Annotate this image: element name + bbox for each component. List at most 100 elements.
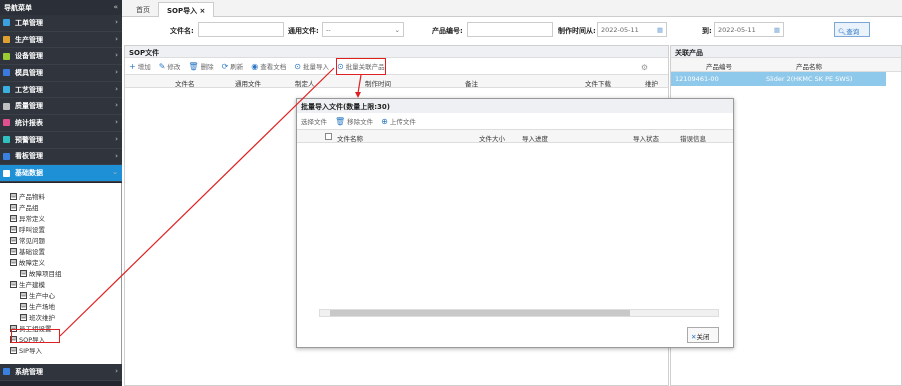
tab-home[interactable]: 首页 [128,2,158,17]
view-icon: ◉ [251,61,259,71]
menu-item[interactable]: 设备管理 › [0,48,122,66]
tree-node[interactable]: ▤ 班次维护 [20,312,55,322]
menu-item[interactable]: 模具管理 › [0,65,122,82]
common-file-select[interactable]: -- ⌄ [322,22,404,37]
select-all-checkbox[interactable] [325,133,332,140]
toolbar-button[interactable]: 🗑︎ 删除 [188,61,213,72]
menu-icon [3,136,10,144]
tree-node[interactable]: ▤ 异常定义 [10,213,45,223]
toolbar-label: 修改 [167,63,181,71]
col-error: 错误信息 [680,135,706,143]
menu-icon [3,86,10,94]
tree-node[interactable]: ▤ 产品物料 [10,191,45,201]
tree-label: 班次维护 [29,314,55,322]
tree-node[interactable]: ▤ 故障定义 [10,257,45,267]
sop-col-header: 维护 [645,80,658,88]
file-icon: ▤ [20,302,27,310]
toolbar-button[interactable]: ⊙ 批量导入 [294,61,329,72]
menu-label: 质量管理 [15,102,43,111]
common-file-label: 通用文件: [288,27,319,35]
tree-node[interactable]: ▤ 生产建模 [10,279,45,289]
chevron-down-icon: ⌄ [112,168,118,177]
tree-node[interactable]: ▤ 生产场地 [20,301,55,311]
sop-col-header: 通用文件 [235,80,261,88]
menu-label: 生产管理 [15,35,43,44]
menu-label: 设备管理 [15,52,43,61]
common-file-value: -- [326,26,331,34]
menu-item[interactable]: 工单管理 › [0,15,122,32]
file-icon: ▤ [10,280,17,288]
menu-label: 看板管理 [15,152,43,161]
scrollbar-thumb[interactable] [330,310,630,316]
tree-node[interactable]: ▤ SIP导入 [10,345,42,355]
col-product-code: 产品编号 [706,63,732,71]
tree-node[interactable]: ▤ 常见问题 [10,235,45,245]
tree-node[interactable]: ▤ 呼叫设置 [10,224,45,234]
tree-label: SIP导入 [19,347,42,355]
time-from-value: 2022-05-11 [601,26,639,34]
horizontal-scrollbar[interactable] [319,309,719,317]
query-button[interactable]: 🔍︎查询 [834,22,870,37]
sop-col-header: 制作时间 [365,80,391,88]
file-icon: ▤ [10,214,17,222]
toolbar-button[interactable]: ⟳ 刷新 [222,61,244,72]
menu-label: 基础数据 [15,169,43,178]
remove-file-button[interactable]: 🗑︎ 移除文件 [335,116,374,127]
menu-item[interactable]: 基础数据 ⌄ [0,165,122,182]
time-label: 制作时间从: [558,27,596,35]
product-code-label: 产品编号: [432,27,463,35]
tree-node[interactable]: ▤ 生产中心 [20,290,55,300]
time-to-input[interactable]: 2022-05-11 ▦ [714,22,784,37]
toolbar-button[interactable]: ◉ 查看文档 [251,61,286,72]
file-icon: ▤ [10,225,17,233]
col-file-name: 文件名称 [337,135,363,143]
product-code-input[interactable] [467,22,553,37]
upload-file-button[interactable]: ⊕ 上传文件 [381,116,416,127]
row-product-name: Slider 2(HKMC SK PE SWS) [766,75,853,83]
menu-item[interactable]: 质量管理 › [0,98,122,116]
sop-table-header: 文件名 通用文件 制定人 制作时间 备注 文件下载 维护 [125,75,668,88]
toolbar-button[interactable]: ✎ 修改 [159,61,181,72]
btn-label: 移除文件 [347,118,374,126]
menu-item[interactable]: 生产管理 › [0,31,122,49]
menu-icon [3,69,10,77]
menu-item[interactable]: 工艺管理 › [0,81,122,99]
close-button[interactable]: ✕关闭 [687,327,719,343]
highlight-batch-import [336,58,386,75]
tree-node[interactable]: ▤ 基础设置 [10,246,45,256]
gear-icon[interactable]: ⚙ [641,63,648,72]
dialog-title: 批量导入文件(数量上限:30) [297,99,733,113]
system-icon [3,368,10,376]
tree-node[interactable]: ▤ 产品组 [10,202,39,212]
toolbar-button[interactable]: + 增加 [129,61,151,72]
sop-col-header: 制定人 [295,80,315,88]
tree-label: 产品物料 [19,193,45,201]
calendar-icon[interactable]: ▦ [657,26,663,34]
related-row[interactable]: 12109461-00 Slider 2(HKMC SK PE SWS) [671,72,886,86]
tree-label: 故障项目组 [29,270,62,278]
time-from-input[interactable]: 2022-05-11 ▦ [597,22,667,37]
sop-col-header: 文件下载 [585,80,611,88]
related-title: 关联产品 [671,46,901,58]
tree-label: 基础设置 [19,248,45,256]
choose-file-button[interactable]: 选择文件 [301,116,327,126]
tree-node[interactable]: ▤ 故障项目组 [20,268,62,278]
close-label: 关闭 [696,333,710,341]
chevron-right-icon: › [115,18,118,26]
file-name-input[interactable] [198,22,284,37]
filter-bar: 文件名: 通用文件: -- ⌄ 产品编号: 制作时间从: 2022-05-11 ▦ … [122,17,902,45]
menu-item[interactable]: 统计报表 › [0,115,122,132]
calendar-icon[interactable]: ▦ [774,26,780,34]
btn-label: 上传文件 [389,118,416,126]
menu-system[interactable]: 系统管理 › [0,364,122,381]
upload-icon: ⊕ [381,116,388,126]
dialog-toolbar: 选择文件 🗑︎ 移除文件 ⊕ 上传文件 [297,113,733,130]
menu-item[interactable]: 看板管理 › [0,148,122,166]
tree-label: 生产场地 [29,303,55,311]
chevron-right-icon: › [115,134,118,143]
tab-sop[interactable]: SOP导入 × [158,2,215,17]
tree-label: 产品组 [19,204,39,212]
trash-icon: 🗑︎ [335,116,346,126]
menu-item[interactable]: 预警管理 › [0,131,122,149]
collapse-icon[interactable]: « [113,3,118,12]
